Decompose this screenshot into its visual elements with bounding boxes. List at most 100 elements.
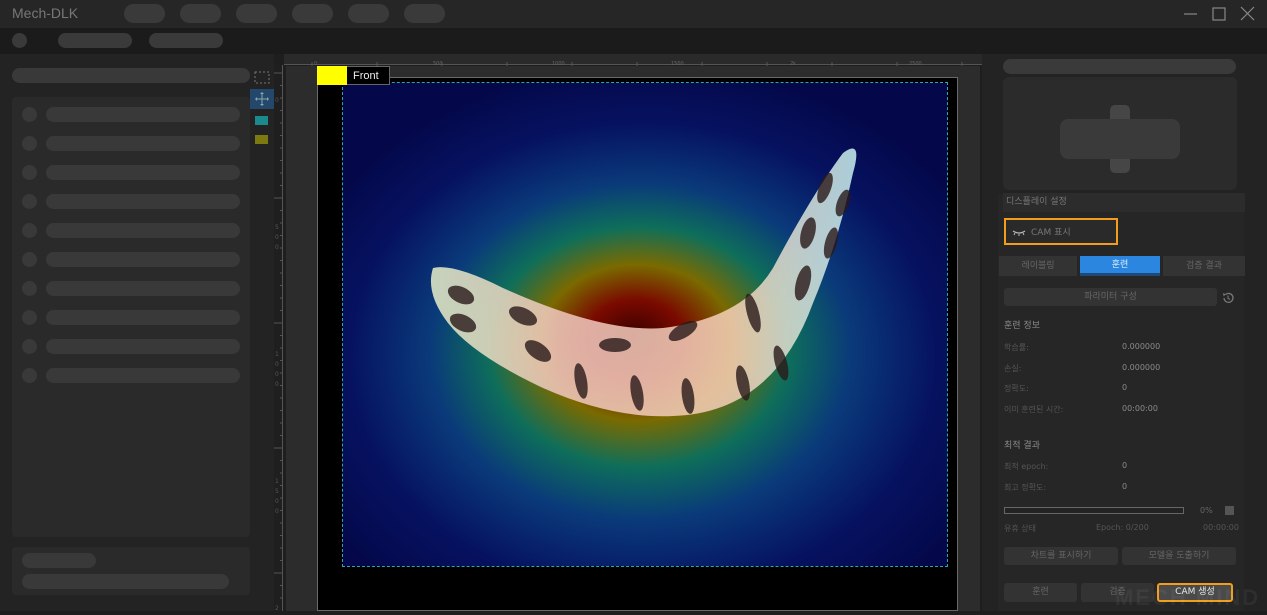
list-item[interactable] xyxy=(22,223,242,238)
learning-rate-value: 0.000000 xyxy=(1122,342,1161,351)
view-color-swatch xyxy=(317,66,347,85)
reset-history-button[interactable] xyxy=(1221,290,1235,304)
progress-percent: 0% xyxy=(1200,506,1213,515)
list-item[interactable] xyxy=(22,252,242,267)
tool-column xyxy=(250,54,274,611)
preview-shape-horizontal xyxy=(1060,119,1180,159)
toolbar-button-1[interactable] xyxy=(12,33,27,48)
yellow-swatch-icon xyxy=(255,135,268,144)
heatmap-background xyxy=(343,83,947,566)
train-button[interactable]: 훈련 xyxy=(1004,583,1077,602)
loss-value: 0.000000 xyxy=(1122,363,1161,372)
list-item-bar xyxy=(46,136,240,151)
view-tag-front[interactable]: Front xyxy=(317,66,390,85)
close-icon xyxy=(1240,6,1255,21)
best-accuracy-label: 최고 정확도: xyxy=(1004,483,1047,492)
list-item[interactable] xyxy=(22,136,242,151)
list-item[interactable] xyxy=(22,310,242,325)
list-item[interactable] xyxy=(22,165,242,180)
elapsed-time-label: 이미 훈련된 시간: xyxy=(1004,405,1064,414)
ruler-left-label: 1 xyxy=(275,478,279,485)
right-panel-header-placeholder xyxy=(1003,59,1236,74)
maximize-icon xyxy=(1212,7,1226,21)
show-chart-button[interactable]: 차트를 표시하기 xyxy=(1004,547,1118,565)
list-item-dot xyxy=(22,194,37,209)
minimize-button[interactable] xyxy=(1180,4,1202,24)
menu-item-4[interactable] xyxy=(292,4,333,23)
close-button[interactable] xyxy=(1237,4,1259,24)
menu-item-1[interactable] xyxy=(124,4,165,23)
eye-closed-icon xyxy=(1012,229,1026,236)
canvas-scrollbar[interactable] xyxy=(982,54,990,611)
maximize-button[interactable] xyxy=(1208,4,1230,24)
ruler-top: 0 500 1000 1500 2k 2500 xyxy=(284,54,982,69)
menu-item-5[interactable] xyxy=(348,4,389,23)
move-tool[interactable] xyxy=(250,89,274,109)
left-bottom-item-2 xyxy=(22,574,229,589)
list-item-bar xyxy=(46,223,240,238)
left-search-placeholder[interactable] xyxy=(12,68,250,83)
export-model-button[interactable]: 모델을 도출하기 xyxy=(1122,547,1236,565)
accuracy-label: 정확도: xyxy=(1004,384,1029,393)
cam-display-label: CAM 표시 xyxy=(1031,228,1071,238)
validate-button[interactable]: 검증 xyxy=(1081,583,1154,602)
loss-label: 손실: xyxy=(1004,364,1022,373)
list-item[interactable] xyxy=(22,194,242,209)
toolbar xyxy=(0,28,1267,54)
best-accuracy-value: 0 xyxy=(1122,482,1128,491)
generate-cam-button[interactable]: CAM 생성 xyxy=(1157,583,1233,602)
training-state: 유휴 상태 xyxy=(1004,524,1036,533)
list-item[interactable] xyxy=(22,368,242,383)
display-settings-title: 디스플레이 설정 xyxy=(1003,193,1245,212)
tab-labeling[interactable]: 레이블링 xyxy=(999,256,1077,276)
color-swatch-cyan[interactable] xyxy=(250,114,274,134)
ruler-left-label: 0 xyxy=(275,498,279,505)
best-result-title: 최적 결과 xyxy=(1004,441,1040,451)
list-item[interactable] xyxy=(22,107,242,122)
accuracy-value: 0 xyxy=(1122,383,1128,392)
stop-training-button[interactable] xyxy=(1225,506,1234,515)
cam-heatmap-image xyxy=(342,82,948,567)
app-title: Mech-DLK xyxy=(12,5,79,21)
training-info-title: 훈련 정보 xyxy=(1004,321,1040,331)
ruler-left-label: 0 xyxy=(275,97,279,104)
ruler-left-label: 0 xyxy=(275,381,279,388)
ruler-left-label: 0 xyxy=(275,244,279,251)
left-bottom-panel xyxy=(12,547,250,595)
list-item[interactable] xyxy=(22,339,242,354)
menu-item-2[interactable] xyxy=(180,4,221,23)
ruler-left-label: 0 xyxy=(275,234,279,241)
list-item-dot xyxy=(22,368,37,383)
learning-rate-label: 학습률: xyxy=(1004,343,1029,352)
epoch-counter: Epoch: 0/200 xyxy=(1096,523,1149,532)
menu-item-3[interactable] xyxy=(236,4,277,23)
elapsed-time-value: 00:00:00 xyxy=(1122,404,1158,413)
select-rect-tool[interactable] xyxy=(250,68,274,88)
list-item-bar xyxy=(46,339,240,354)
ruler-left-label: 0 xyxy=(275,371,279,378)
list-item-dot xyxy=(22,136,37,151)
cam-display-toggle[interactable]: CAM 표시 xyxy=(1004,218,1118,245)
best-epoch-value: 0 xyxy=(1122,461,1128,470)
list-item-dot xyxy=(22,339,37,354)
list-item-bar xyxy=(46,310,240,325)
list-item-bar xyxy=(46,368,240,383)
list-item-bar xyxy=(46,107,240,122)
list-item-dot xyxy=(22,223,37,238)
color-swatch-yellow[interactable] xyxy=(250,133,274,153)
status-time: 00:00:00 xyxy=(1203,523,1239,532)
title-bar: Mech-DLK xyxy=(0,0,1267,28)
training-progress-bar xyxy=(1004,507,1184,514)
menu-item-6[interactable] xyxy=(404,4,445,23)
list-item-bar xyxy=(46,194,240,209)
toolbar-button-3[interactable] xyxy=(149,33,223,48)
list-item[interactable] xyxy=(22,281,242,296)
tab-validation-results[interactable]: 검증 결과 xyxy=(1163,256,1245,276)
ruler-left-label: 1 xyxy=(275,351,279,358)
tab-training[interactable]: 훈련 xyxy=(1080,256,1160,276)
ruler-left-label: 0 xyxy=(275,361,279,368)
ruler-left: 0 5 0 0 1 0 0 0 1 5 0 0 2 xyxy=(274,65,283,612)
list-item-dot xyxy=(22,165,37,180)
toolbar-button-2[interactable] xyxy=(58,33,132,48)
parameter-config-button[interactable]: 파라미터 구성 xyxy=(1004,288,1217,306)
